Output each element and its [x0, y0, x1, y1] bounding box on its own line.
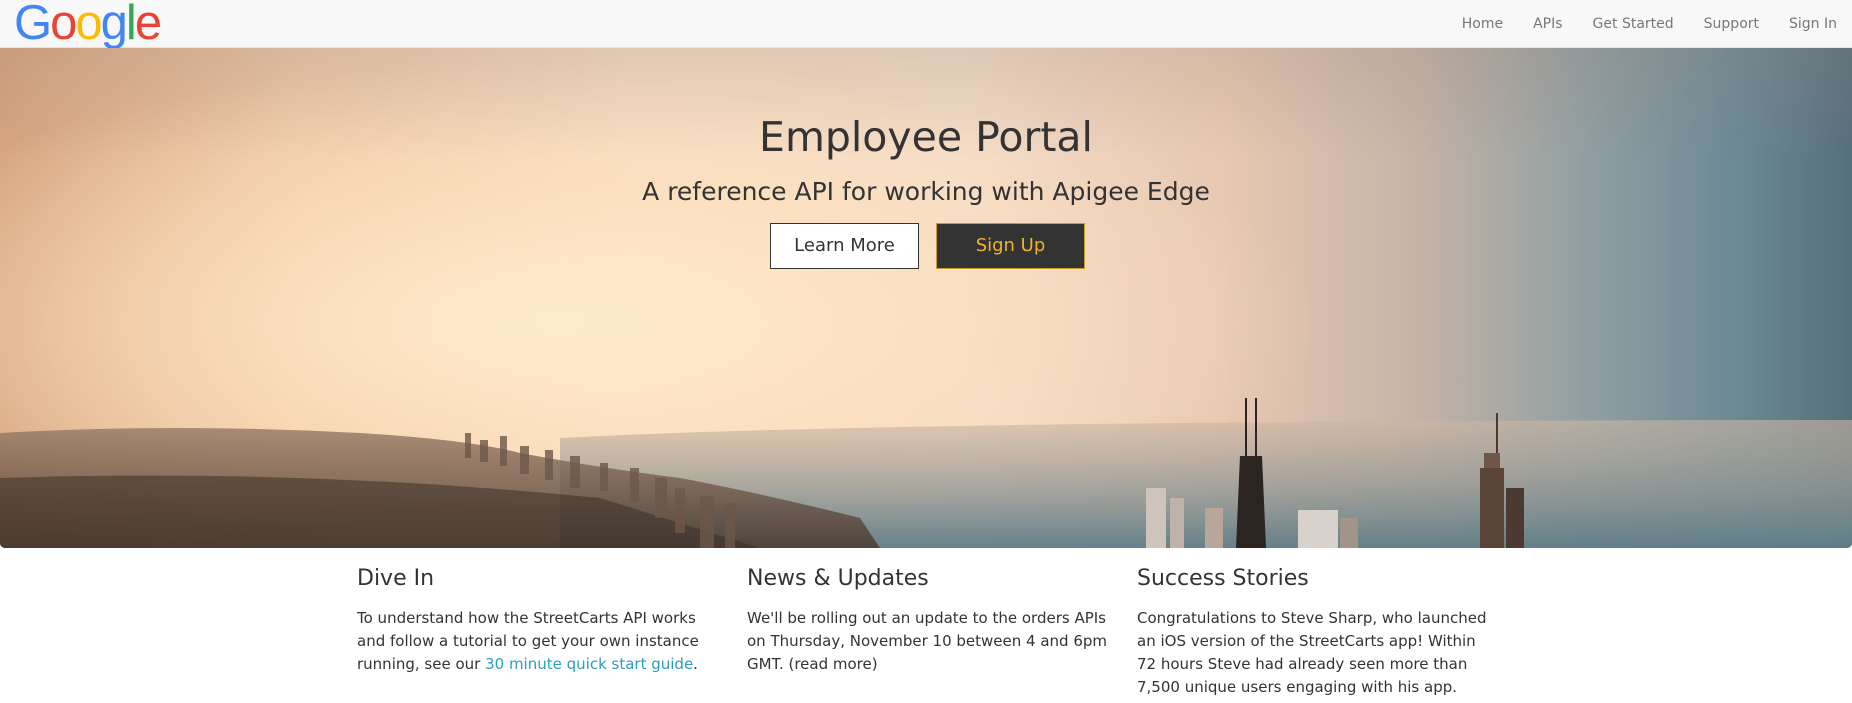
- hero-subtitle: A reference API for working with Apigee …: [642, 177, 1210, 206]
- news-heading: News & Updates: [747, 566, 929, 591]
- dive-in-section: Dive In To understand how the StreetCart…: [357, 563, 707, 673]
- main-nav: Home APIs Get Started Support Sign In: [1447, 0, 1852, 48]
- dive-in-text-after: .: [693, 655, 698, 673]
- success-text: Congratulations to Steve Sharp, who laun…: [1137, 609, 1487, 696]
- success-heading: Success Stories: [1137, 566, 1309, 591]
- nav-home[interactable]: Home: [1447, 0, 1518, 48]
- news-updates-section: News & Updates We'll be rolling out an u…: [747, 563, 1107, 673]
- hero-title: Employee Portal: [759, 113, 1093, 161]
- nav-apis[interactable]: APIs: [1518, 0, 1577, 48]
- logo-letter-g2: g: [100, 0, 128, 50]
- logo-letter-o2: o: [75, 0, 102, 50]
- logo-letter-l: l: [125, 0, 137, 50]
- logo-letter-g: G: [14, 0, 52, 50]
- google-logo[interactable]: Google: [14, 0, 162, 50]
- news-text: We'll be rolling out an update to the or…: [747, 609, 1107, 673]
- dive-in-heading: Dive In: [357, 566, 435, 591]
- nav-get-started[interactable]: Get Started: [1578, 0, 1689, 48]
- logo-letter-e: e: [134, 0, 162, 50]
- learn-more-button[interactable]: Learn More: [770, 223, 919, 269]
- dive-in-text: To understand how the StreetCarts API wo…: [357, 607, 707, 676]
- hero-banner: Employee Portal A reference API for work…: [0, 48, 1852, 548]
- sign-up-button[interactable]: Sign Up: [936, 223, 1085, 269]
- logo-letter-o1: o: [50, 0, 77, 50]
- nav-sign-in[interactable]: Sign In: [1774, 0, 1852, 48]
- top-navbar: Google Home APIs Get Started Support Sig…: [0, 0, 1852, 48]
- quick-start-guide-link[interactable]: 30 minute quick start guide: [485, 655, 693, 673]
- nav-support[interactable]: Support: [1689, 0, 1774, 48]
- success-stories-section: Success Stories Congratulations to Steve…: [1137, 563, 1497, 696]
